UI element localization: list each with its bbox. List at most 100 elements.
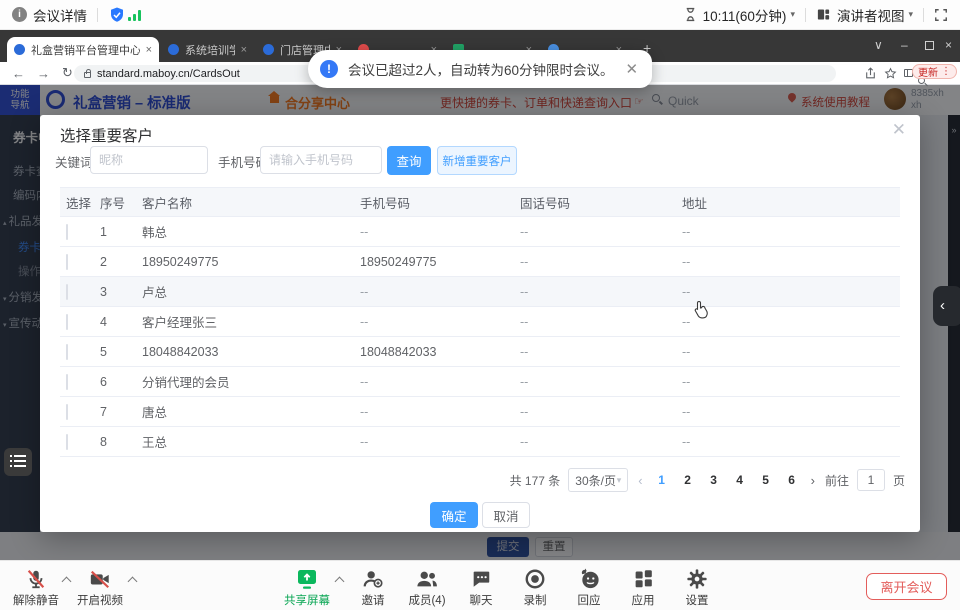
tab-favicon [14, 44, 25, 55]
shield-check-icon[interactable] [108, 6, 126, 24]
menu-dots-icon: ⋮ [941, 66, 951, 77]
gear-icon [669, 566, 725, 591]
view-mode-button[interactable]: 演讲者视图 [837, 5, 905, 25]
screen: i 会议详情 10:11(60分钟) ▾ 演讲者视图 ▾ 礼盒营销平台管理中心 … [0, 0, 960, 610]
table-row[interactable]: 1 韩总 -- -- -- [60, 217, 900, 247]
table-row[interactable]: 2 18950249775 18950249775 -- -- [60, 247, 900, 277]
row-checkbox[interactable] [66, 254, 68, 270]
divider [805, 8, 806, 22]
next-page-icon[interactable]: › [809, 473, 817, 488]
select-customer-modal: 选择重要客户 ✕ 关键词 手机号码 查询 新增重要客户 选择 序号 客户名称 手… [40, 115, 920, 532]
table-row[interactable]: 8 王总 -- -- -- [60, 427, 900, 457]
page-number[interactable]: 2 [679, 473, 697, 487]
confirm-button[interactable]: 确定 [430, 502, 478, 528]
reactions-button[interactable]: 回应 [561, 566, 617, 608]
share-icon[interactable] [864, 67, 877, 80]
row-checkbox[interactable] [66, 344, 68, 360]
tab-close-icon[interactable]: × [241, 44, 247, 56]
chat-button[interactable]: 聊天 [453, 566, 509, 608]
share-screen-button[interactable]: 共享屏幕 [279, 566, 335, 608]
row-checkbox[interactable] [66, 314, 68, 330]
keyword-input[interactable] [90, 146, 208, 174]
invite-button[interactable]: 邀请 [345, 566, 401, 608]
table-row[interactable]: 4 客户经理张三 -- -- -- [60, 307, 900, 337]
invite-person-icon [345, 566, 401, 591]
row-checkbox[interactable] [66, 404, 68, 420]
window-minimize-icon[interactable]: – [901, 38, 908, 52]
meeting-timer: 10:11(60分钟) [703, 5, 787, 25]
page-number[interactable]: 3 [705, 473, 723, 487]
start-video-button[interactable]: 开启视频 [72, 566, 128, 608]
pagination: 共 177 条 30条/页 ▾ ‹ 1 2 3 4 5 6 › 前往 页 [40, 467, 905, 493]
hourglass-icon [684, 7, 697, 22]
goto-page-input[interactable] [857, 469, 885, 491]
row-checkbox[interactable] [66, 224, 68, 240]
modal-close-icon[interactable]: ✕ [892, 120, 906, 140]
meeting-toolbar: 解除静音 开启视频 共享屏幕 邀请 成员(4) [0, 560, 960, 610]
row-checkbox[interactable] [66, 284, 68, 300]
tab-training[interactable]: 系统培训学习 × [161, 37, 254, 62]
window-close-icon[interactable]: × [945, 38, 952, 52]
window-menu-icon[interactable]: ∨ [874, 38, 883, 52]
back-icon[interactable]: ← [12, 66, 25, 81]
floating-list-button[interactable] [4, 448, 32, 476]
apps-grid-icon [615, 566, 671, 591]
goto-label: 前往 [825, 472, 849, 489]
row-checkbox[interactable] [66, 374, 68, 390]
share-screen-icon [279, 566, 335, 591]
layout-view-icon [816, 7, 831, 22]
meeting-top-bar: i 会议详情 10:11(60分钟) ▾ 演讲者视图 ▾ [0, 0, 960, 30]
keyword-label: 关键词 [55, 152, 93, 171]
cancel-button[interactable]: 取消 [482, 502, 530, 528]
phone-input[interactable] [260, 146, 382, 174]
fullscreen-icon[interactable] [934, 8, 948, 22]
view-dropdown-icon[interactable]: ▾ [908, 9, 913, 20]
unmute-button[interactable]: 解除静音 [8, 566, 64, 608]
meeting-toast: ! 会议已超过2人，自动转为60分钟限时会议。 ✕ [308, 50, 652, 88]
tab-close-icon[interactable]: × [146, 44, 152, 56]
table-header: 选择 序号 客户名称 手机号码 固话号码 地址 [60, 187, 900, 217]
divider [923, 8, 924, 22]
page-number[interactable]: 5 [757, 473, 775, 487]
forward-icon[interactable]: → [37, 66, 50, 81]
page-number[interactable]: 6 [783, 473, 801, 487]
panel-collapse-handle[interactable]: ‹ [933, 286, 960, 326]
tab-gift-admin[interactable]: 礼盒营销平台管理中心 × [7, 37, 159, 62]
add-customer-button[interactable]: 新增重要客户 [437, 146, 517, 175]
meeting-details-button[interactable]: 会议详情 [33, 5, 87, 25]
chevron-left-icon: ‹ [940, 297, 945, 314]
row-checkbox[interactable] [66, 434, 68, 450]
reaction-smiley-icon [561, 566, 617, 591]
table-row[interactable]: 5 18048842033 18048842033 -- -- [60, 337, 900, 367]
share-options-chevron[interactable] [335, 577, 345, 587]
modal-title: 选择重要客户 [60, 124, 153, 146]
record-button[interactable]: 录制 [507, 566, 563, 608]
toast-close-icon[interactable]: ✕ [626, 60, 639, 78]
record-icon [507, 566, 563, 591]
apps-button[interactable]: 应用 [615, 566, 671, 608]
browser-update-button[interactable]: 更新 ⋮ [912, 64, 957, 79]
settings-button[interactable]: 设置 [669, 566, 725, 608]
page-number[interactable]: 1 [653, 473, 671, 487]
timer-dropdown-icon[interactable]: ▾ [790, 9, 795, 20]
page-number[interactable]: 4 [731, 473, 749, 487]
reload-icon[interactable]: ↻ [62, 65, 73, 81]
video-options-chevron[interactable] [128, 577, 138, 587]
table-row[interactable]: 7 唐总 -- -- -- [60, 397, 900, 427]
prev-page-icon[interactable]: ‹ [636, 473, 644, 488]
network-signal-icon[interactable] [128, 9, 141, 21]
query-button[interactable]: 查询 [387, 146, 431, 175]
divider [97, 8, 98, 22]
chat-bubble-icon [453, 566, 509, 591]
members-button[interactable]: 成员(4) [399, 566, 455, 608]
toast-message: 会议已超过2人，自动转为60分钟限时会议。 [348, 59, 614, 79]
leave-meeting-button[interactable]: 离开会议 [866, 573, 947, 600]
goto-unit: 页 [893, 472, 905, 489]
members-icon [399, 566, 455, 591]
table-row[interactable]: 3 卢总 -- -- -- [60, 277, 900, 307]
table-row[interactable]: 6 分销代理的会员 -- -- -- [60, 367, 900, 397]
window-maximize-icon[interactable] [925, 41, 934, 50]
bookmark-star-icon[interactable] [884, 67, 897, 80]
page-size-select[interactable]: 30条/页 ▾ [568, 468, 628, 492]
tab-favicon [168, 44, 179, 55]
